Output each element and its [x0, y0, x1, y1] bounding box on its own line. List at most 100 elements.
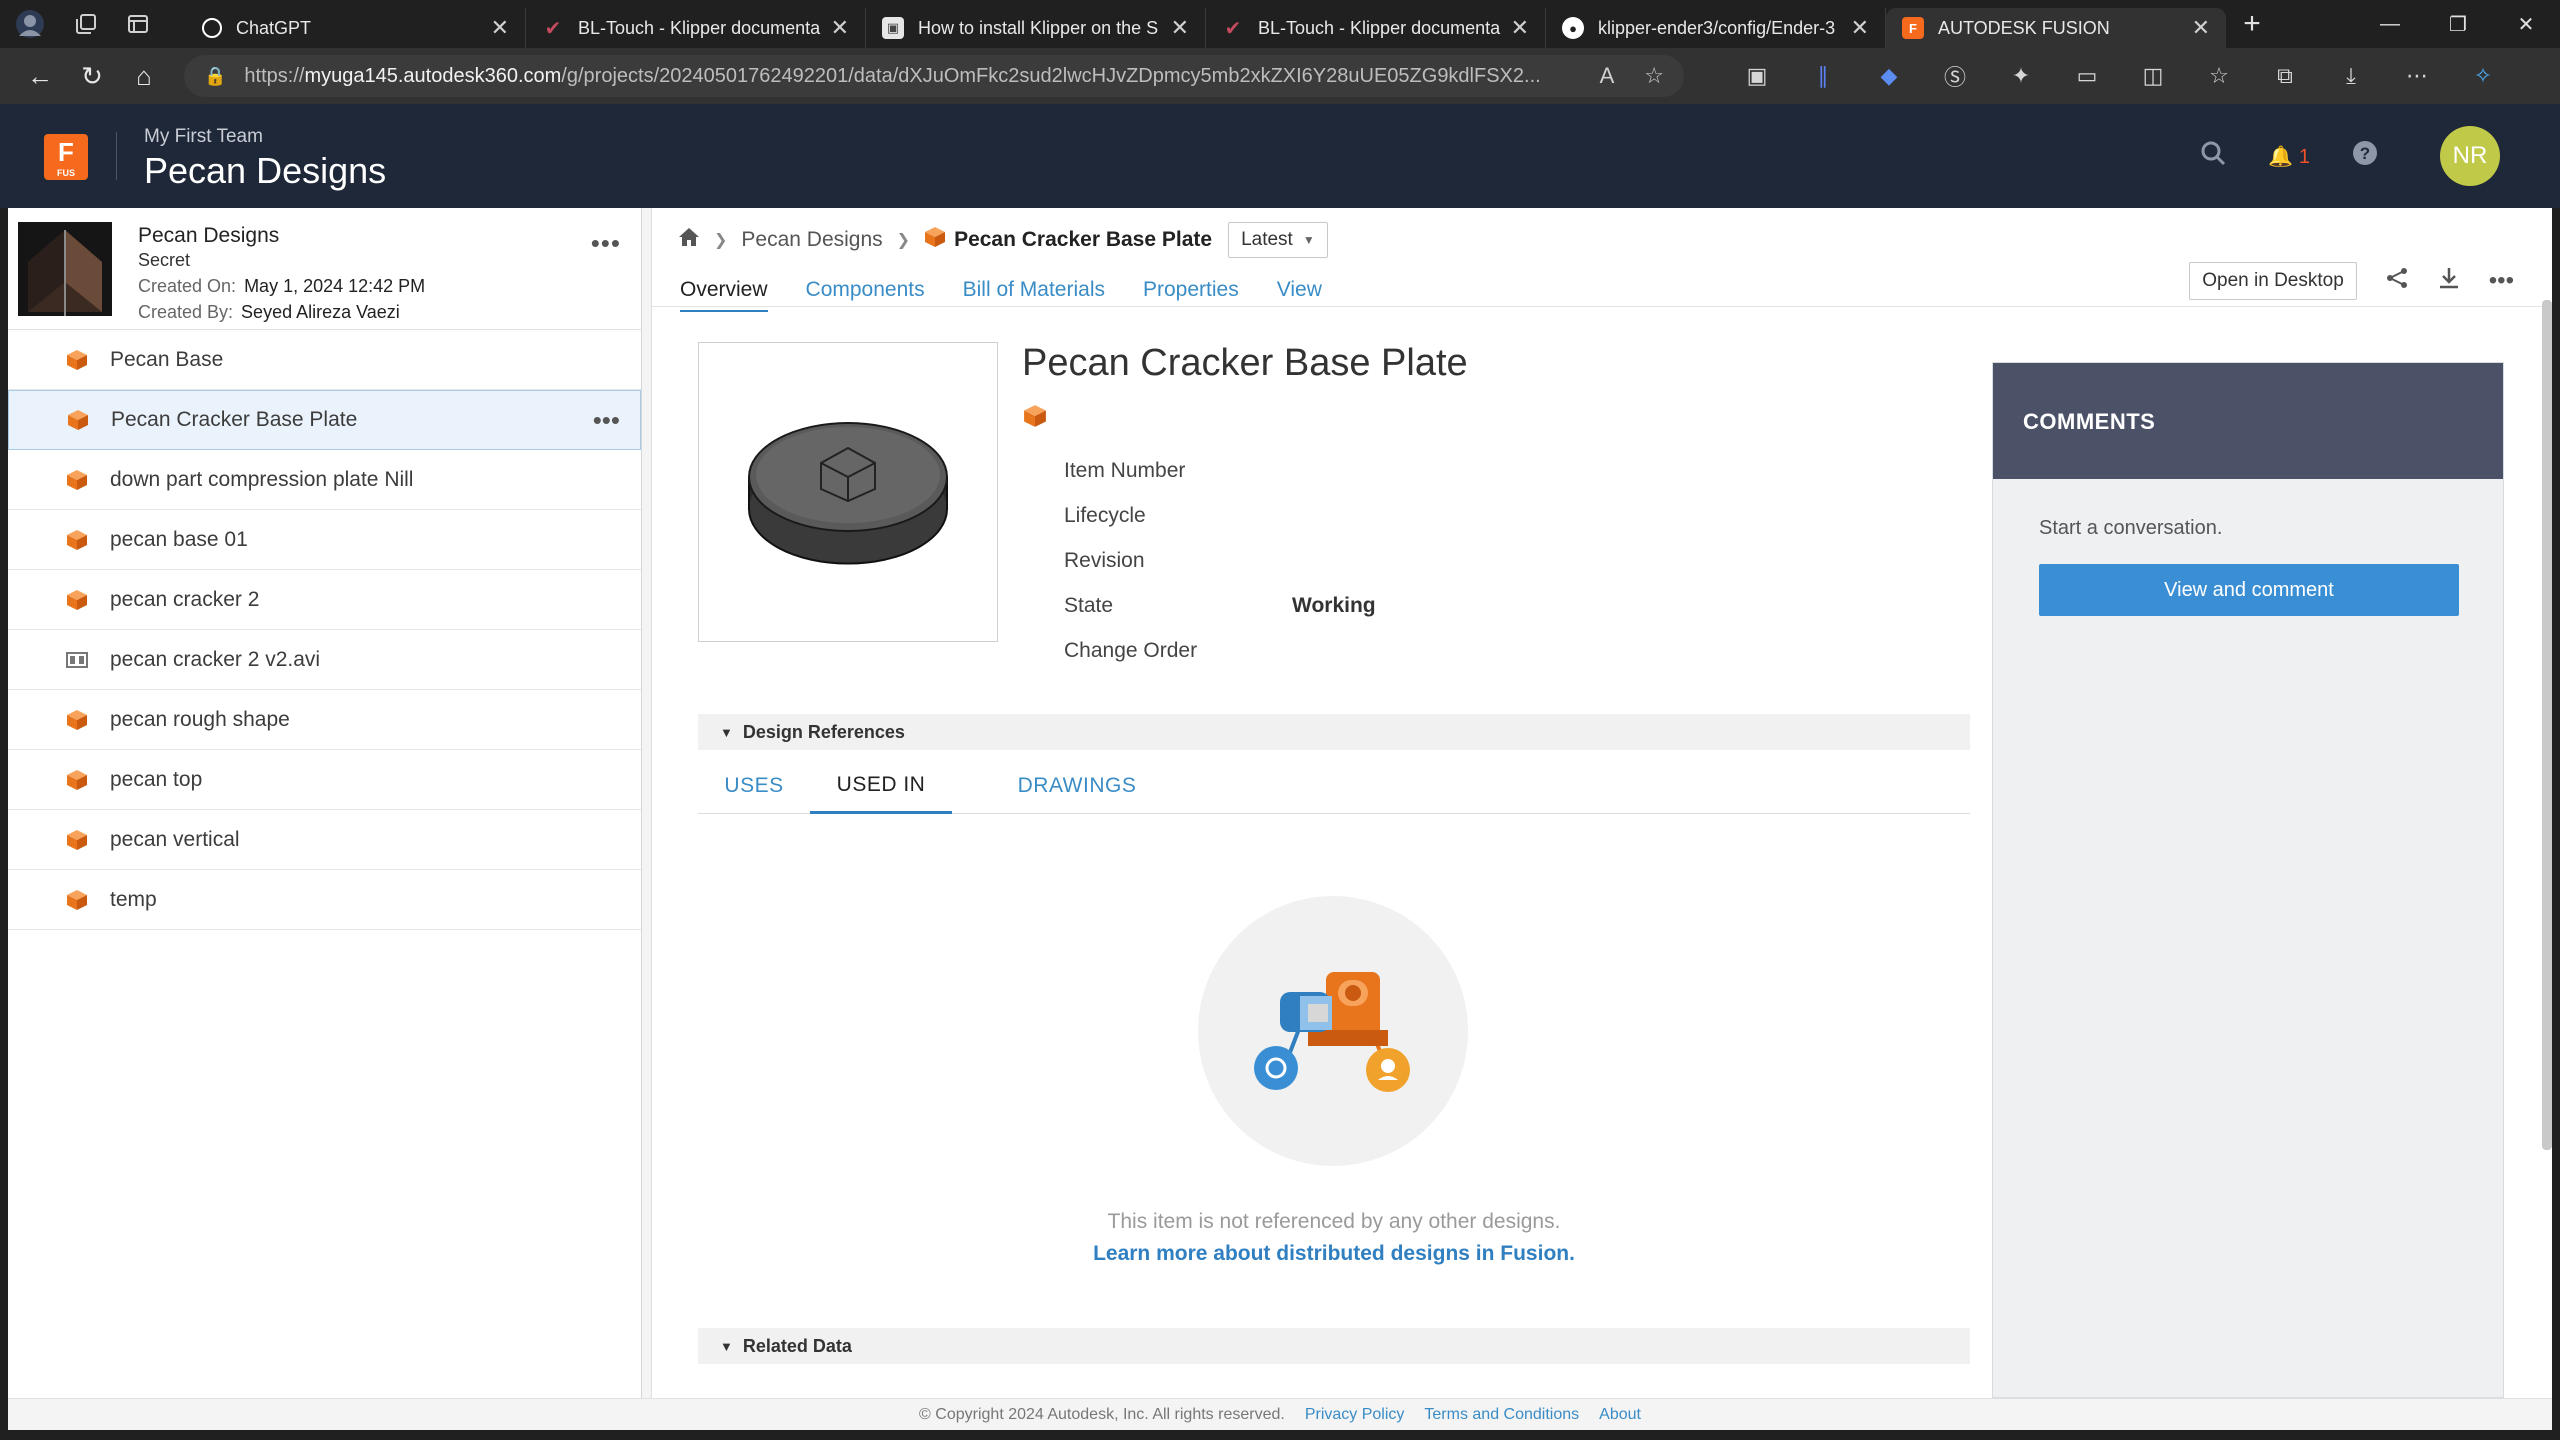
close-tab-icon[interactable]: ✕ [831, 15, 849, 41]
tab-uses[interactable]: USES [698, 758, 810, 814]
github-icon: ● [1562, 17, 1584, 39]
new-tab-button[interactable]: + [2226, 0, 2278, 48]
state-value: Working [1292, 593, 1376, 617]
minimize-icon[interactable]: — [2356, 0, 2424, 48]
more-menu-icon[interactable]: ⋯ [2384, 54, 2450, 98]
design-cube-icon [924, 226, 946, 254]
design-references-header[interactable]: ▼ Design References [698, 714, 1970, 750]
team-name[interactable]: My First Team [144, 126, 263, 148]
learn-more-link[interactable]: Learn more about distributed designs in … [698, 1242, 1970, 1266]
file-list-item[interactable]: down part compression plate Nill [8, 450, 641, 510]
file-name: pecan rough shape [110, 707, 290, 731]
file-name: down part compression plate Nill [110, 467, 414, 491]
avatar[interactable]: NR [2440, 126, 2500, 186]
project-more-icon[interactable]: ••• [591, 228, 621, 259]
item-more-icon[interactable]: ••• [593, 405, 620, 436]
collections-icon[interactable]: ⧉ [2252, 54, 2318, 98]
window-bottom-edge [0, 1430, 2560, 1440]
file-name: pecan top [110, 767, 203, 791]
project-thumbnail [18, 222, 112, 316]
open-in-desktop-button[interactable]: Open in Desktop [2189, 262, 2357, 300]
more-options-icon[interactable]: ••• [2489, 267, 2514, 295]
share-icon[interactable] [2385, 266, 2409, 297]
downloads-icon[interactable]: ⤓ [2318, 54, 2384, 98]
panel-splitter[interactable] [642, 208, 652, 1398]
favorites-icon[interactable]: ☆ [2186, 54, 2252, 98]
terms-link[interactable]: Terms and Conditions [1424, 1406, 1579, 1424]
browser-tab[interactable]: ● klipper-ender3/config/Ender-3 ✕ [1546, 8, 1886, 48]
browser-tab-active[interactable]: F AUTODESK FUSION ✕ [1886, 8, 2226, 48]
browser-tab[interactable]: ▣ How to install Klipper on the S ✕ [866, 8, 1206, 48]
notifications-button[interactable]: 🔔 1 [2268, 144, 2310, 169]
browser-tab[interactable]: ✔ BL-Touch - Klipper documenta ✕ [526, 8, 866, 48]
version-dropdown[interactable]: Latest ▼ [1228, 222, 1328, 258]
file-list-item[interactable]: Pecan Base [8, 330, 641, 390]
close-tab-icon[interactable]: ✕ [1171, 15, 1189, 41]
extension-icon[interactable]: ◆ [1856, 54, 1922, 98]
item-preview[interactable] [698, 342, 998, 642]
download-icon[interactable] [2437, 266, 2461, 297]
workspaces-icon[interactable] [60, 0, 112, 48]
copilot-icon[interactable]: ✧ [2450, 54, 2516, 98]
file-name: pecan cracker 2 [110, 587, 260, 611]
references-empty-message: This item is not referenced by any other… [1107, 1210, 1561, 1233]
scrollbar[interactable] [2542, 300, 2552, 1150]
tab-drawings[interactable]: DRAWINGS [952, 758, 1202, 814]
tab-used-in[interactable]: USED IN [810, 758, 952, 814]
extension-icon[interactable]: ∥ [1790, 54, 1856, 98]
file-list-item[interactable]: pecan top [8, 750, 641, 810]
search-icon[interactable] [2200, 140, 2226, 173]
chevron-right-icon: ❯ [896, 232, 911, 249]
back-icon[interactable]: ← [14, 54, 66, 98]
browser-tab[interactable]: ChatGPT ✕ [186, 8, 526, 48]
file-list-item[interactable]: pecan base 01 [8, 510, 641, 570]
address-bar[interactable]: 🔒 https://myuga145.autodesk360.com/g/pro… [184, 55, 1684, 97]
extension-icon[interactable]: Ⓢ [1922, 54, 1988, 98]
file-list-item[interactable]: temp [8, 870, 641, 930]
close-tab-icon[interactable]: ✕ [491, 15, 509, 41]
file-list-item[interactable]: pecan cracker 2 [8, 570, 641, 630]
browser-tab-strip: ChatGPT ✕ ✔ BL-Touch - Klipper documenta… [0, 0, 2560, 48]
project-name: Pecan Designs [138, 224, 280, 247]
related-data-header[interactable]: ▼ Related Data [698, 1328, 1970, 1364]
file-list-item[interactable]: Pecan Cracker Base Plate ••• [8, 390, 641, 450]
cast-icon[interactable]: ▭ [2054, 54, 2120, 98]
browser-tab[interactable]: ✔ BL-Touch - Klipper documenta ✕ [1206, 8, 1546, 48]
comments-prompt: Start a conversation. [2039, 517, 2223, 539]
file-name: pecan cracker 2 v2.avi [110, 647, 321, 671]
tab-actions-icon[interactable] [112, 0, 164, 48]
extension-icon[interactable]: ▣ [1724, 54, 1790, 98]
project-sidebar: Pecan Designs Secret Created On: May 1, 2… [8, 208, 642, 1398]
refresh-icon[interactable]: ↻ [66, 54, 118, 98]
file-name: temp [110, 887, 157, 911]
tab-title: How to install Klipper on the S [918, 17, 1159, 38]
file-list-item[interactable]: pecan rough shape [8, 690, 641, 750]
view-and-comment-button[interactable]: View and comment [2039, 564, 2459, 616]
split-screen-icon[interactable]: ◫ [2120, 54, 2186, 98]
file-name: Pecan Cracker Base Plate [111, 408, 358, 431]
read-aloud-icon[interactable]: A [1600, 63, 1615, 89]
profile-icon[interactable] [0, 0, 60, 48]
project-card: Pecan Designs Secret Created On: May 1, 2… [8, 208, 641, 330]
header-divider [116, 132, 117, 180]
restore-icon[interactable]: ❐ [2424, 0, 2492, 48]
about-link[interactable]: About [1599, 1406, 1641, 1424]
lock-icon[interactable]: 🔒 [204, 66, 226, 87]
close-tab-icon[interactable]: ✕ [1851, 15, 1869, 41]
file-list-item[interactable]: pecan cracker 2 v2.avi [8, 630, 641, 690]
help-icon[interactable]: ? [2352, 140, 2378, 173]
close-window-icon[interactable]: ✕ [2492, 0, 2560, 48]
home-icon[interactable]: ⌂ [118, 54, 170, 98]
privacy-policy-link[interactable]: Privacy Policy [1305, 1406, 1405, 1424]
file-list-item[interactable]: pecan vertical [8, 810, 641, 870]
extensions-puzzle-icon[interactable]: ✦ [1988, 54, 2054, 98]
project-security: Secret [138, 250, 191, 270]
fusion-logo[interactable]: F FUS [44, 134, 88, 180]
home-icon[interactable] [678, 227, 700, 253]
breadcrumb-parent[interactable]: Pecan Designs [741, 228, 882, 252]
favorite-star-icon[interactable]: ☆ [1644, 63, 1664, 89]
property-row: State Working [1064, 593, 1376, 617]
close-tab-icon[interactable]: ✕ [1511, 15, 1529, 41]
close-tab-icon[interactable]: ✕ [2192, 15, 2210, 41]
references-illustration [1198, 896, 1468, 1166]
